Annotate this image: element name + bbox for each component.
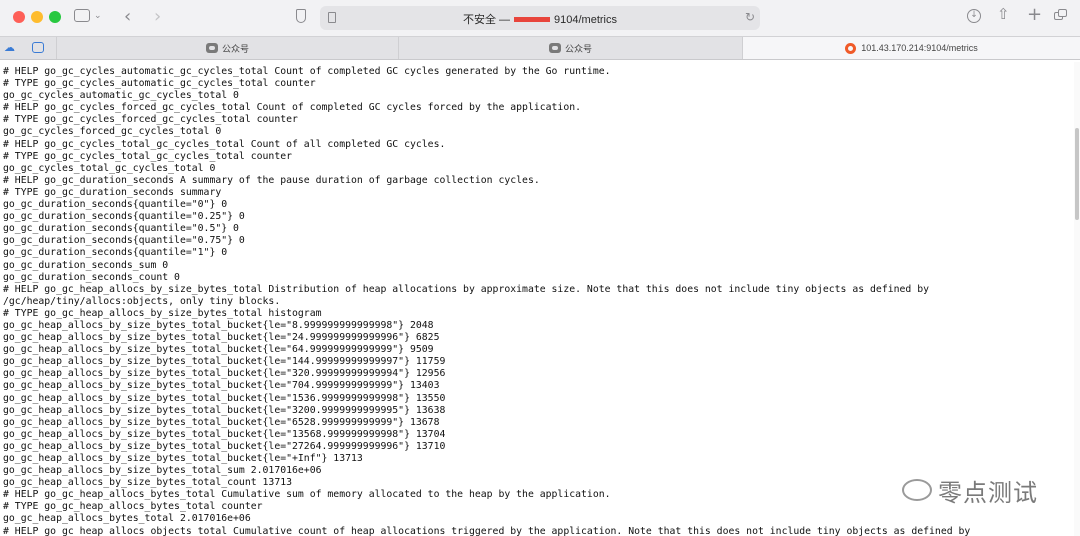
share-icon[interactable]: ⇧ bbox=[997, 7, 1010, 22]
metrics-line: /gc/heap/tiny/allocs:objects, only tiny … bbox=[3, 295, 281, 307]
minimize-window-button[interactable] bbox=[31, 11, 43, 23]
url-security-label: 不安全 — bbox=[462, 14, 511, 26]
cloud-icon[interactable]: ☁ bbox=[4, 42, 15, 53]
watermark: 零点测试 bbox=[902, 472, 1038, 508]
reload-icon[interactable]: ↻ bbox=[745, 11, 755, 23]
close-window-button[interactable] bbox=[13, 11, 25, 23]
tab-label: 101.43.170.214:9104/metrics bbox=[861, 43, 978, 53]
tab-wechat-1[interactable]: 公众号 bbox=[56, 37, 398, 59]
metrics-line: go_gc_heap_allocs_by_size_bytes_total_bu… bbox=[3, 368, 446, 380]
metrics-line: go_gc_cycles_total_gc_cycles_total 0 bbox=[3, 162, 216, 174]
metrics-line: go_gc_duration_seconds{quantile="0"} 0 bbox=[3, 199, 228, 211]
metrics-line: # TYPE go_gc_duration_seconds summary bbox=[3, 186, 222, 198]
metrics-line: go_gc_duration_seconds{quantile="1"} 0 bbox=[3, 247, 228, 259]
metrics-line: go_gc_heap_allocs_by_size_bytes_total_bu… bbox=[3, 392, 446, 404]
metrics-line: go_gc_duration_seconds{quantile="0.75"} … bbox=[3, 235, 245, 247]
metrics-line: # TYPE go_gc_cycles_automatic_gc_cycles_… bbox=[3, 78, 316, 90]
wechat-icon bbox=[548, 43, 561, 53]
tab-label: 公众号 bbox=[564, 43, 592, 54]
chevron-down-icon[interactable]: ⌄ bbox=[94, 12, 102, 21]
metrics-line: go_gc_duration_seconds{quantile="0.25"} … bbox=[3, 211, 245, 223]
back-button[interactable]: ‹ bbox=[124, 8, 131, 26]
metrics-line: go_gc_duration_seconds{quantile="0.5"} 0 bbox=[3, 223, 239, 235]
sidebar-toggle-icon[interactable] bbox=[74, 9, 90, 22]
wechat-logo-icon bbox=[902, 479, 932, 501]
metrics-line: go_gc_heap_allocs_by_size_bytes_total_bu… bbox=[3, 453, 363, 464]
metrics-line: go_gc_cycles_forced_gc_cycles_total 0 bbox=[3, 126, 222, 138]
new-tab-button[interactable]: + bbox=[1027, 6, 1042, 24]
metrics-text: # HELP go_gc_cycles_automatic_gc_cycles_… bbox=[0, 62, 1074, 536]
metrics-line: # TYPE go_gc_cycles_total_gc_cycles_tota… bbox=[3, 150, 293, 162]
tab-metrics[interactable]: 101.43.170.214:9104/metrics bbox=[742, 37, 1080, 59]
metrics-line: go_gc_heap_allocs_by_size_bytes_total_bu… bbox=[3, 332, 440, 344]
tab-overview-icon[interactable] bbox=[1054, 9, 1067, 21]
redacted-host bbox=[514, 16, 551, 22]
tab-wechat-2[interactable]: 公众号 bbox=[398, 37, 742, 59]
maximize-window-button[interactable] bbox=[49, 11, 61, 23]
metrics-line: go_gc_heap_allocs_by_size_bytes_total_co… bbox=[3, 477, 293, 489]
scrollbar-thumb[interactable] bbox=[1075, 128, 1079, 220]
metrics-line: # TYPE go_gc_heap_allocs_by_size_bytes_t… bbox=[3, 307, 322, 319]
metrics-line: # HELP go_gc_heap_allocs_by_size_bytes_t… bbox=[3, 283, 930, 295]
metrics-line: go_gc_heap_allocs_by_size_bytes_total_bu… bbox=[3, 428, 446, 440]
metrics-line: go_gc_heap_allocs_by_size_bytes_total_bu… bbox=[3, 404, 446, 416]
metrics-line: # TYPE go_gc_heap_allocs_bytes_total cou… bbox=[3, 501, 263, 513]
browser-toolbar: ⌄ ‹ › 不安全 — 9104/metrics ↻ ↓ ⇧ + bbox=[0, 0, 1080, 36]
wechat-icon bbox=[205, 43, 218, 53]
metrics-line: go_gc_heap_allocs_by_size_bytes_total_bu… bbox=[3, 440, 446, 452]
metrics-line: # HELP go_gc_heap_allocs_objects_total C… bbox=[3, 525, 971, 536]
metrics-line: go_gc_duration_seconds_count 0 bbox=[3, 271, 180, 283]
metrics-line: # HELP go_gc_cycles_total_gc_cycles_tota… bbox=[3, 138, 446, 150]
metrics-line: go_gc_heap_allocs_by_size_bytes_total_su… bbox=[3, 465, 322, 477]
metrics-line: # TYPE go_gc_cycles_forced_gc_cycles_tot… bbox=[3, 114, 298, 126]
download-icon[interactable]: ↓ bbox=[967, 9, 981, 23]
metrics-line: go_gc_heap_allocs_by_size_bytes_total_bu… bbox=[3, 380, 440, 392]
forward-button[interactable]: › bbox=[154, 8, 161, 26]
metrics-line: go_gc_heap_allocs_by_size_bytes_total_bu… bbox=[3, 356, 446, 368]
metrics-line: go_gc_heap_allocs_by_size_bytes_total_bu… bbox=[3, 319, 434, 331]
privacy-shield-icon[interactable] bbox=[296, 9, 306, 23]
metrics-line: # HELP go_gc_cycles_automatic_gc_cycles_… bbox=[3, 66, 611, 77]
extension-icon[interactable] bbox=[32, 42, 44, 53]
scrollbar[interactable] bbox=[1074, 62, 1080, 536]
address-bar[interactable]: 不安全 — 9104/metrics ↻ bbox=[320, 6, 760, 30]
grafana-icon bbox=[845, 42, 857, 54]
url-path: 9104/metrics bbox=[554, 14, 618, 26]
page-content: # HELP go_gc_cycles_automatic_gc_cycles_… bbox=[0, 62, 1074, 536]
watermark-text: 零点测试 bbox=[938, 478, 1038, 507]
tab-label: 公众号 bbox=[221, 43, 249, 54]
metrics-line: go_gc_heap_allocs_by_size_bytes_total_bu… bbox=[3, 344, 434, 356]
url-text: 不安全 — 9104/metrics bbox=[320, 11, 760, 27]
tab-bar: ☁ 公众号 公众号 101.43.170.214:9104/metrics bbox=[0, 36, 1080, 60]
metrics-line: # HELP go_gc_duration_seconds A summary … bbox=[3, 174, 540, 186]
metrics-line: go_gc_heap_allocs_bytes_total 2.017016e+… bbox=[3, 513, 251, 525]
metrics-line: go_gc_heap_allocs_by_size_bytes_total_bu… bbox=[3, 416, 440, 428]
metrics-line: go_gc_duration_seconds_sum 0 bbox=[3, 259, 169, 271]
metrics-line: go_gc_cycles_automatic_gc_cycles_total 0 bbox=[3, 90, 239, 102]
metrics-line: # HELP go_gc_cycles_forced_gc_cycles_tot… bbox=[3, 102, 582, 114]
metrics-line: # HELP go_gc_heap_allocs_bytes_total Cum… bbox=[3, 489, 611, 501]
